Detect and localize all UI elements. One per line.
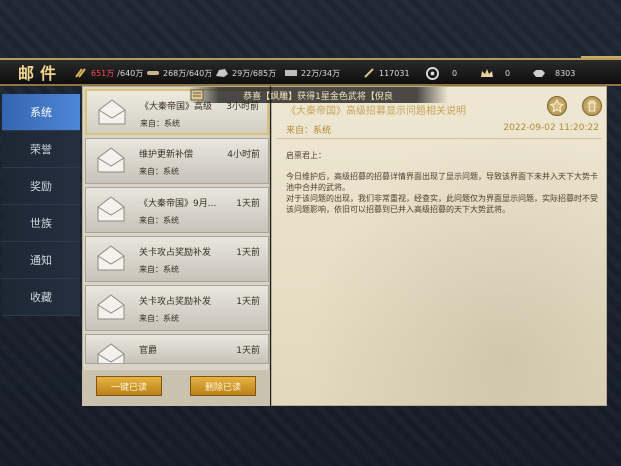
mail-time: 1天前 [236, 297, 260, 307]
envelope-icon [97, 147, 125, 173]
envelope-icon [97, 245, 125, 271]
envelope-icon [98, 99, 126, 125]
resource-crown: 0 [480, 66, 510, 80]
resource-wood-value: 268万/640万 [163, 68, 213, 78]
coin-icon [426, 66, 439, 80]
mail-list-item[interactable]: 维护更新补偿 4小时前 来自：系统 [85, 138, 269, 184]
delete-read-button[interactable]: 删除已读 [190, 376, 256, 396]
mail-list-panel: 《大秦帝国》高级 3小时前 来自：系统 维护更新补偿 4小时前 来自：系统 《大… [82, 86, 270, 406]
mail-detail-date: 2022-09-02 11:20:22 [503, 123, 599, 133]
resource-stone: 29万/685万 [215, 66, 276, 80]
envelope-icon [97, 343, 125, 363]
divider [276, 138, 602, 139]
read-all-button[interactable]: 一键已读 [96, 376, 162, 396]
mail-detail-sender: 来自：系统 [286, 126, 332, 136]
resource-coin: 0 [426, 66, 457, 80]
mail-detail-body: 启禀君上： 今日维护后，高级招募的招募详情界面出现了显示问题，导致该界面下未并入… [286, 150, 600, 215]
mail-paragraph: 对于该问题的出现，我们非常重视，经查实，此问题仅为界面显示问题，实际招募时不受该… [286, 194, 598, 214]
mail-greeting: 启禀君上： [286, 151, 326, 160]
token-icon [364, 68, 374, 78]
envelope-icon [97, 294, 125, 320]
resource-token-value: 117031 [379, 68, 410, 78]
envelope-icon [97, 196, 125, 222]
trash-icon [588, 100, 596, 112]
page-title: 邮件 [18, 64, 63, 83]
resource-grain: 651万/640万 [74, 66, 143, 80]
tab-label: 荣誉 [30, 143, 52, 156]
mail-list-item[interactable]: 关卡攻占奖励补发 1天前 来自：系统 [85, 236, 269, 282]
mail-time: 1天前 [236, 248, 260, 258]
resource-stone-value: 29万/685万 [232, 68, 277, 78]
resource-coin-value: 0 [452, 68, 458, 78]
tab-notice[interactable]: 通知 [2, 242, 80, 279]
broadcast-banner: 恭喜【飒雕】获得1星金色武将【倪良 [188, 87, 448, 103]
mail-title: 《大秦帝国》9月... [139, 199, 217, 209]
iron-icon [285, 70, 297, 76]
tab-label: 奖励 [30, 180, 52, 193]
mail-list-item[interactable]: 官爵 1天前 [85, 334, 269, 364]
mail-title: 维护更新补偿 [139, 150, 194, 160]
ingot-icon [533, 70, 545, 77]
mail-category-nav: 系统 荣誉 奖励 世族 通知 收藏 [2, 94, 80, 404]
mail-list-item[interactable]: 关卡攻占奖励补发 1天前 来自：系统 [85, 285, 269, 331]
mail-sender: 来自：系统 [139, 216, 179, 225]
mail-sender: 来自：系统 [140, 119, 180, 128]
mail-time: 1天前 [236, 199, 260, 209]
banner-text: 恭喜【飒雕】获得1星金色武将【倪良 [243, 91, 393, 102]
resource-iron: 22万/34万 [284, 66, 340, 80]
wood-icon [147, 71, 159, 75]
grain-icon [75, 68, 86, 78]
delete-button[interactable] [582, 96, 602, 116]
mail-sender: 来自：系统 [139, 314, 179, 323]
resource-token: 117031 [362, 66, 410, 80]
mail-title: 官爵 [139, 346, 158, 356]
stone-icon [216, 69, 228, 77]
mail-title: 关卡攻占奖励补发 [139, 297, 212, 307]
scroll-icon [190, 89, 204, 101]
mail-sender: 来自：系统 [139, 167, 179, 176]
tab-label: 收藏 [30, 291, 52, 304]
mail-paragraph: 今日维护后，高级招募的招募详情界面出现了显示问题，导致该界面下未并入天下大势卡池… [286, 172, 598, 192]
favorite-button[interactable] [547, 96, 567, 116]
resource-grain-cap: /640万 [117, 68, 144, 78]
mail-time: 4小时前 [227, 150, 260, 160]
mail-sender: 来自：系统 [139, 265, 179, 274]
crown-icon [481, 69, 493, 77]
resource-iron-value: 22万/34万 [301, 68, 341, 78]
mail-list-item[interactable]: 《大秦帝国》9月... 1天前 来自：系统 [85, 187, 269, 233]
tab-honor[interactable]: 荣誉 [2, 131, 80, 168]
tab-clan[interactable]: 世族 [2, 205, 80, 242]
resource-wood: 268万/640万 [146, 66, 212, 80]
resource-grain-current: 651万 [91, 68, 115, 78]
mail-time: 1天前 [236, 346, 260, 356]
tab-reward[interactable]: 奖励 [2, 168, 80, 205]
resource-ingot-value: 8303 [555, 68, 576, 78]
resource-ingot: 8303 [532, 66, 575, 80]
tab-label: 通知 [30, 254, 52, 267]
mail-title: 关卡攻占奖励补发 [139, 248, 212, 258]
tab-favorites[interactable]: 收藏 [2, 279, 80, 316]
mail-detail-title: 《大秦帝国》高级招募显示问题相关说明 [286, 106, 466, 117]
star-icon [550, 99, 564, 113]
tab-label: 系统 [30, 106, 52, 119]
tab-label: 世族 [30, 217, 52, 230]
tab-system[interactable]: 系统 [2, 94, 80, 131]
resource-crown-value: 0 [505, 68, 511, 78]
